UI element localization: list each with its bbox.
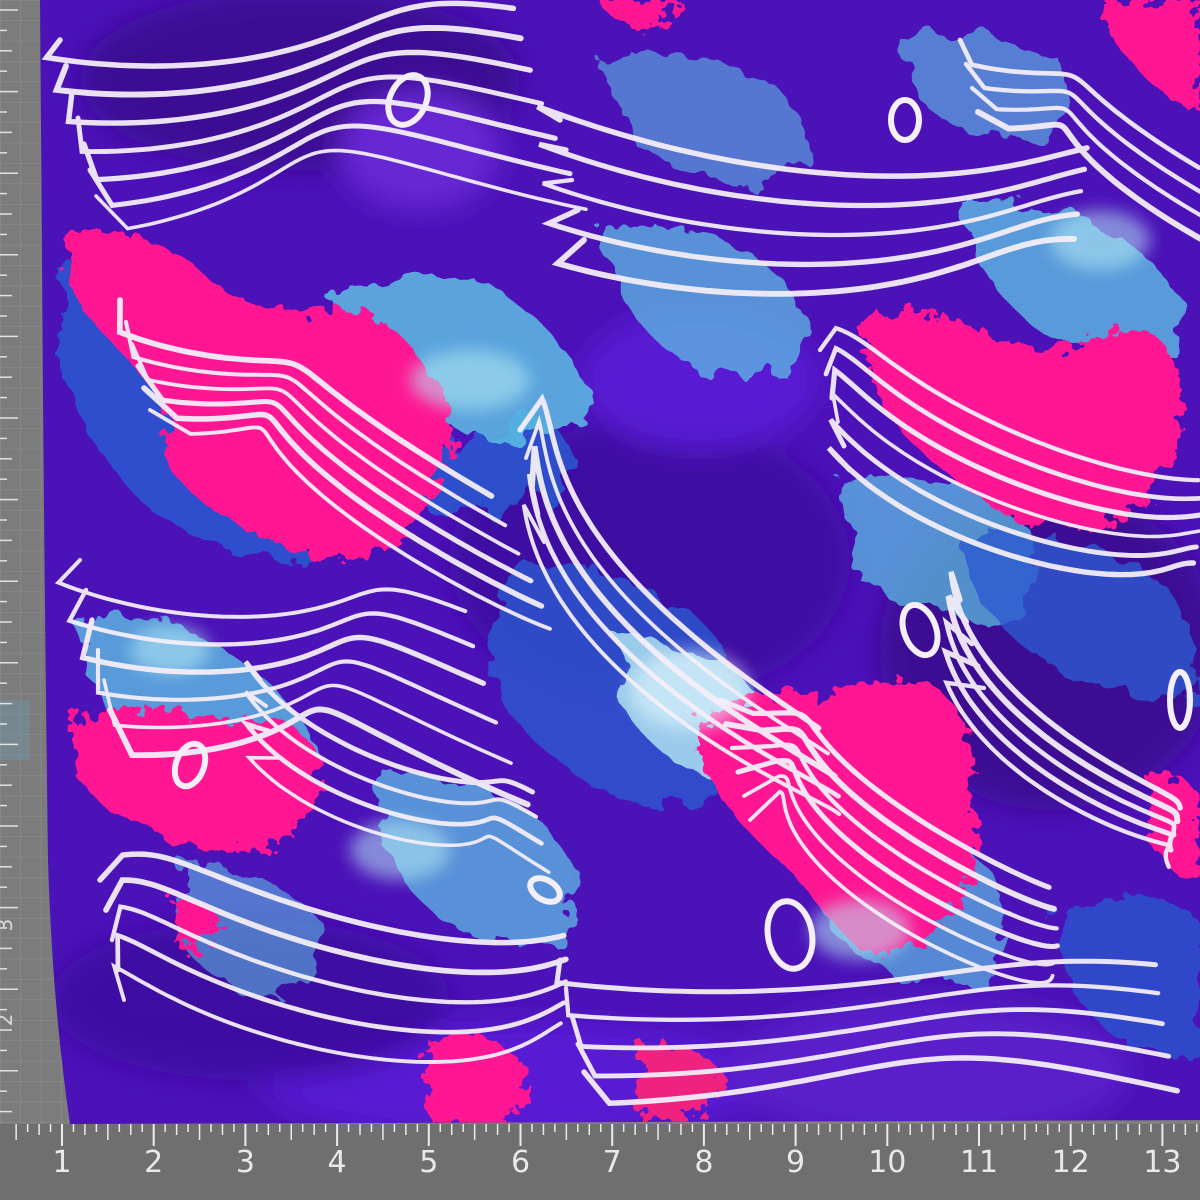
fabric-photo: 32 (0, 0, 1200, 1200)
ruler-number: 7 (603, 1145, 622, 1180)
ruler-number: 12 (1052, 1145, 1090, 1180)
ruler-number: 3 (0, 919, 17, 932)
ruler-number: 6 (511, 1145, 530, 1180)
ruler-number: 9 (786, 1145, 805, 1180)
ruler-number: 10 (868, 1145, 906, 1180)
ruler-number: 13 (1143, 1145, 1181, 1180)
ruler-number: 5 (419, 1145, 438, 1180)
ruler-number: 11 (960, 1145, 998, 1180)
ruler-number: 8 (694, 1145, 713, 1180)
ruler-number: 1 (52, 1145, 71, 1180)
bottom-ruler: 1 2 3 4 5 6 7 8 9 10 11 12 13 (0, 1124, 1200, 1200)
ruler-number: 2 (0, 1014, 17, 1027)
ruler-number: 2 (144, 1145, 163, 1180)
ruler-number: 4 (328, 1145, 347, 1180)
fabric-swatch (40, 0, 1200, 1124)
ruler-number: 3 (236, 1145, 255, 1180)
